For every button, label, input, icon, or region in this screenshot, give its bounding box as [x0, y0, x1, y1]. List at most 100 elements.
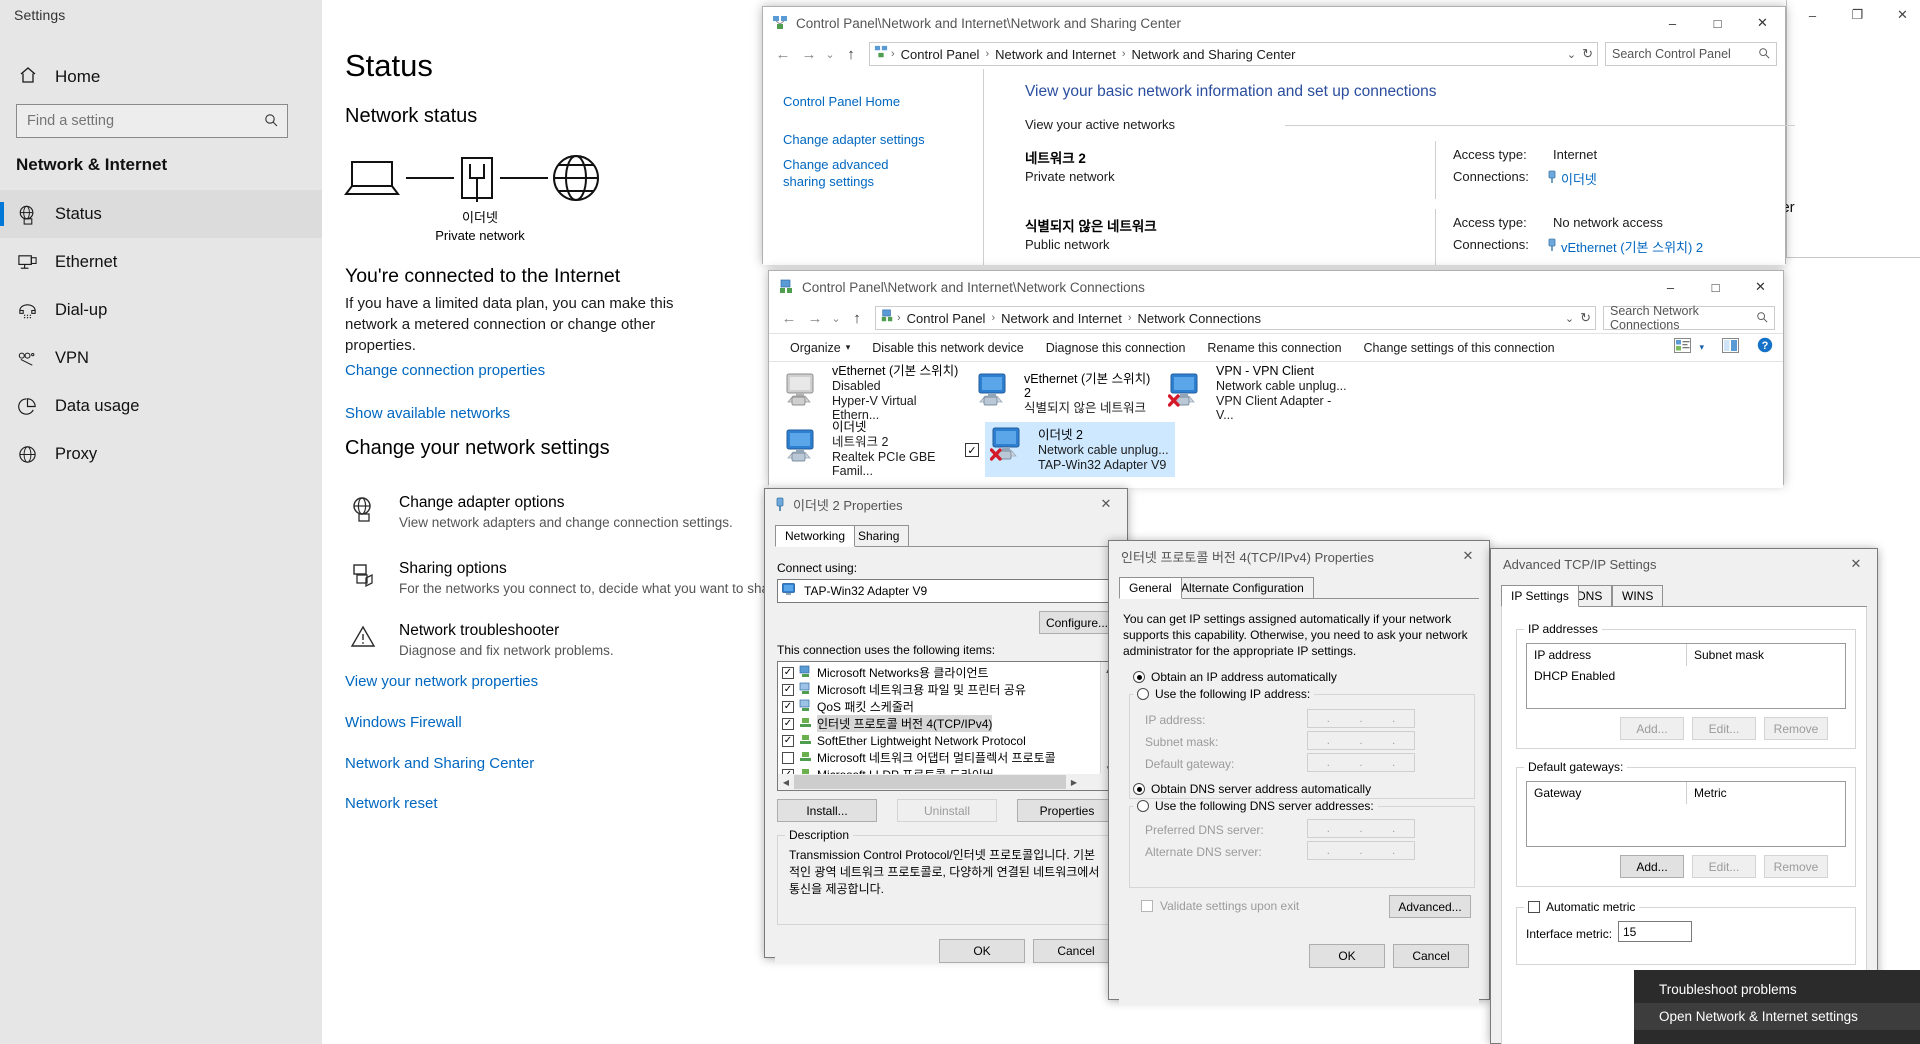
rename-connection-button[interactable]: Rename this connection [1196, 333, 1352, 362]
item-checkbox[interactable]: ✓ [782, 700, 794, 713]
alternate-dns-field[interactable]: ... [1307, 841, 1415, 860]
tab-ip-settings[interactable]: IP Settings [1501, 585, 1579, 607]
item-properties-button[interactable]: Properties [1017, 799, 1117, 822]
scroll-left-arrow[interactable]: ◀ [778, 774, 794, 790]
link-change-adapter-settings[interactable]: Change adapter settings [783, 131, 925, 148]
link-show-available-networks[interactable]: Show available networks [345, 405, 510, 422]
eth2-title-bar[interactable]: 이더넷 2 Properties ✕ [765, 489, 1127, 519]
breadcrumb-network-and-internet[interactable]: Network and Internet [998, 311, 1125, 326]
tab-sharing[interactable]: Sharing [848, 525, 910, 547]
menu-item-open-network-internet-settings[interactable]: Open Network & Internet settings [1634, 1003, 1920, 1030]
change-settings-button[interactable]: Change settings of this connection [1353, 333, 1566, 362]
tcpip-title-bar[interactable]: 인터넷 프로토콜 버전 4(TCP/IPv4) Properties ✕ [1109, 541, 1489, 571]
list-item[interactable]: ✓ Microsoft Networks용 클라이언트 [778, 664, 1116, 681]
menu-item-troubleshoot-problems[interactable]: Troubleshoot problems [1634, 976, 1920, 1003]
recent-locations-button[interactable]: ⌄ [829, 306, 843, 330]
cancel-button[interactable]: Cancel [1033, 939, 1119, 963]
list-item[interactable]: ✓ QoS 패킷 스케줄러 [778, 698, 1116, 715]
tab-alternate-configuration[interactable]: Alternate Configuration [1171, 577, 1314, 599]
nsc-connection-link[interactable]: vEthernet (기본 스위치) 2 [1561, 237, 1703, 256]
link-change-connection-properties[interactable]: Change connection properties [345, 362, 545, 379]
preview-pane-icon[interactable] [1722, 337, 1739, 358]
sidebar-item-data-usage[interactable]: Data usage [0, 382, 322, 430]
ok-button[interactable]: OK [939, 939, 1025, 963]
sidebar-item-ethernet[interactable]: Ethernet [0, 238, 322, 286]
option-sharing-options[interactable]: Sharing options For the networks you con… [350, 560, 785, 596]
view-dropdown-caret[interactable]: ▾ [1699, 342, 1704, 353]
sidebar-item-status[interactable]: Status [0, 190, 322, 238]
up-button[interactable]: ↑ [845, 306, 869, 330]
adv-title-bar[interactable]: Advanced TCP/IP Settings ✕ [1491, 549, 1877, 579]
minimize-button[interactable]: – [1650, 7, 1695, 39]
adapter-item-vethernet-default-switch-2[interactable]: vEthernet (기본 스위치) 2 식별되지 않은 네트워크 [971, 368, 1163, 418]
close-button[interactable]: ✕ [1738, 271, 1783, 303]
item-checkbox[interactable]: ✓ [782, 717, 794, 730]
link-change-advanced-sharing-settings[interactable]: Change advanced sharing settings [783, 156, 933, 190]
install-button[interactable]: Install... [777, 799, 877, 822]
link-view-network-properties[interactable]: View your network properties [345, 673, 538, 690]
option-change-adapter-options[interactable]: Change adapter options View network adap… [350, 494, 733, 530]
sidebar-item-vpn[interactable]: VPN [0, 334, 322, 382]
disable-network-device-button[interactable]: Disable this network device [861, 333, 1034, 362]
list-horizontal-scrollbar[interactable]: ◀ ▶ [778, 774, 1116, 790]
option-network-troubleshooter[interactable]: Network troubleshooter Diagnose and fix … [350, 622, 614, 658]
maximize-button[interactable]: ❐ [1835, 0, 1880, 31]
scroll-right-arrow[interactable]: ▶ [1066, 774, 1082, 790]
maximize-button[interactable]: □ [1695, 7, 1740, 39]
back-button[interactable]: ← [771, 42, 795, 66]
nc-search-field[interactable]: Search Network Connections [1603, 304, 1775, 332]
breadcrumb-network-and-internet[interactable]: Network and Internet [992, 47, 1119, 62]
configure-button[interactable]: Configure... [1039, 611, 1115, 634]
default-gateways-table[interactable]: Gateway Metric [1526, 781, 1846, 847]
search-setting-box[interactable] [16, 104, 288, 138]
validate-settings-checkbox[interactable]: Validate settings upon exit [1141, 899, 1299, 913]
table-row[interactable]: DHCP Enabled [1527, 666, 1845, 686]
nc-address-field[interactable]: › Control Panel › Network and Internet ›… [875, 306, 1596, 330]
view-details-icon[interactable] [1674, 337, 1692, 358]
diagnose-connection-button[interactable]: Diagnose this connection [1035, 333, 1197, 362]
interface-metric-input[interactable]: 15 [1618, 921, 1692, 942]
chevron-down-icon[interactable]: ⌄ [1565, 312, 1574, 325]
link-windows-firewall[interactable]: Windows Firewall [345, 714, 462, 731]
breadcrumb-control-panel[interactable]: Control Panel [904, 311, 989, 326]
cancel-button[interactable]: Cancel [1393, 944, 1469, 968]
nsc-connection-link[interactable]: 이더넷 [1561, 169, 1597, 188]
nsc-search-field[interactable]: Search Control Panel [1605, 42, 1777, 66]
tab-networking[interactable]: Networking [775, 525, 856, 547]
nsc-title-bar[interactable]: Control Panel\Network and Internet\Netwo… [763, 7, 1785, 39]
breadcrumb-network-and-sharing-center[interactable]: Network and Sharing Center [1128, 47, 1298, 62]
ip-addresses-table[interactable]: IP address Subnet mask DHCP Enabled [1526, 643, 1846, 709]
list-item[interactable]: ✓ SoftEther Lightweight Network Protocol [778, 732, 1116, 749]
item-checkbox[interactable]: ✓ [782, 666, 794, 679]
breadcrumb-network-connections[interactable]: Network Connections [1134, 311, 1264, 326]
radio-obtain-ip-auto[interactable]: Obtain an IP address automatically [1133, 670, 1337, 684]
adapter-item-vpn-client[interactable]: VPN - VPN Client Network cable unplug...… [1163, 364, 1355, 422]
nc-title-bar[interactable]: Control Panel\Network and Internet\Netwo… [769, 271, 1783, 303]
advanced-button[interactable]: Advanced... [1389, 895, 1471, 918]
tab-general[interactable]: General [1119, 577, 1182, 599]
close-button[interactable]: ✕ [1740, 7, 1785, 39]
breadcrumb-control-panel[interactable]: Control Panel [898, 47, 983, 62]
adapter-item-ethernet-2[interactable]: 이더넷 2 Network cable unplug... TAP-Win32 … [985, 422, 1175, 477]
close-button[interactable]: ✕ [1835, 549, 1877, 579]
minimize-button[interactable]: – [1648, 271, 1693, 303]
sidebar-item-dial-up[interactable]: Dial-up [0, 286, 322, 334]
minimize-button[interactable]: – [1790, 0, 1835, 31]
default-gateway-field[interactable]: ... [1307, 753, 1415, 772]
close-button[interactable]: ✕ [1880, 0, 1920, 31]
item-checkbox[interactable] [782, 751, 794, 764]
ok-button[interactable]: OK [1309, 944, 1385, 968]
list-item[interactable]: ✓ Microsoft 네트워크용 파일 및 프린터 공유 [778, 681, 1116, 698]
link-network-and-sharing-center[interactable]: Network and Sharing Center [345, 755, 534, 772]
subnet-mask-field[interactable]: ... [1307, 731, 1415, 750]
list-item[interactable]: ✓ 인터넷 프로토콜 버전 4(TCP/IPv4) [778, 715, 1116, 732]
up-button[interactable]: ↑ [839, 42, 863, 66]
link-network-reset[interactable]: Network reset [345, 795, 438, 812]
nsc-address-field[interactable]: › Control Panel › Network and Internet ›… [869, 42, 1598, 66]
item-checkbox[interactable]: ✓ [782, 734, 794, 747]
recent-locations-button[interactable]: ⌄ [823, 42, 837, 66]
refresh-icon[interactable]: ↻ [1580, 310, 1591, 326]
refresh-icon[interactable]: ↻ [1582, 46, 1593, 62]
maximize-button[interactable]: □ [1693, 271, 1738, 303]
tab-wins[interactable]: WINS [1612, 585, 1664, 607]
